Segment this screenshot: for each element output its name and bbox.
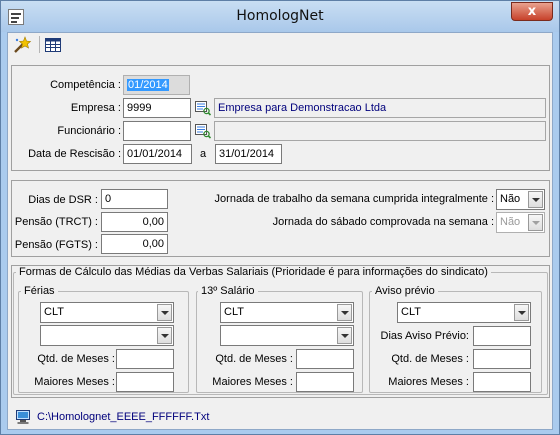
rescisao-end-field[interactable]: 31/01/2014	[215, 144, 282, 164]
aviso-dias-field[interactable]	[473, 326, 531, 346]
competencia-label: Competência :	[50, 79, 121, 91]
chevron-down-icon[interactable]	[528, 191, 543, 208]
empresa-field[interactable]: 9999	[123, 98, 191, 118]
calculo-title: Formas de Cálculo das Médias da Verbas S…	[16, 266, 491, 278]
decimo-maiores-label: Maiores Meses :	[212, 376, 293, 388]
ferias-maiores-label: Maiores Meses :	[34, 376, 115, 388]
pensao-fgts-label: Pensão (FGTS) :	[14, 239, 98, 251]
wand-icon[interactable]	[12, 35, 32, 55]
dsr-label: Dias de DSR :	[28, 194, 98, 206]
chevron-down-icon[interactable]	[157, 327, 172, 344]
rescisao-label: Data de Rescisão :	[28, 148, 121, 160]
aviso-dias-label: Dias Aviso Prévio:	[380, 330, 469, 342]
main-window: HomologNet x Competência: 01/2014 Empre…	[0, 0, 560, 435]
jornada-sabado-select[interactable]: Não	[496, 212, 545, 233]
window-title: HomologNet	[236, 8, 324, 24]
ferias-title: Férias	[21, 285, 58, 297]
aviso-title: Aviso prévio	[372, 285, 438, 297]
jornada-semana-select[interactable]: Não	[496, 189, 545, 210]
file-path-text: C:\Homolognet_EEEE_FFFFFF.Txt	[37, 411, 210, 423]
funcionario-name-field	[214, 121, 546, 141]
pensao-panel: Dias de DSR : 0 Pensão (TRCT) : 0,00 Pen…	[11, 180, 550, 257]
ferias-combo-2[interactable]	[40, 325, 174, 346]
pensao-trct-field[interactable]: 0,00	[101, 212, 168, 232]
aviso-qtd-label: Qtd. de Meses :	[391, 353, 469, 365]
jornada-sabado-label: Jornada do sábado comprovada na semana :	[272, 216, 494, 228]
pensao-fgts-field[interactable]: 0,00	[101, 234, 168, 254]
toolbar	[8, 33, 552, 57]
aviso-combo-1[interactable]: CLT	[397, 302, 531, 323]
aviso-maiores-label: Maiores Meses :	[388, 376, 469, 388]
chevron-down-icon[interactable]	[157, 304, 172, 321]
rescisao-separator: a	[200, 148, 207, 160]
funcionario-lookup-icon[interactable]	[194, 122, 212, 140]
client-area: Competência : 01/2014 Empresa : 9999 Emp…	[7, 32, 553, 430]
decimo-qtd-field[interactable]	[296, 349, 354, 369]
ferias-maiores-field[interactable]	[116, 372, 174, 392]
chevron-down-icon[interactable]	[337, 327, 352, 344]
funcionario-label: Funcionário :	[57, 125, 121, 137]
decimo-qtd-label: Qtd. de Meses :	[215, 353, 293, 365]
grid-icon[interactable]	[43, 35, 63, 55]
pensao-trct-label: Pensão (TRCT) :	[14, 216, 98, 228]
chevron-down-icon[interactable]	[514, 304, 529, 321]
status-bar: C:\Homolognet_EEEE_FFFFFF.Txt	[8, 405, 552, 429]
competencia-field[interactable]: 01/2014	[123, 75, 190, 95]
ferias-qtd-field[interactable]	[116, 349, 174, 369]
computer-icon	[14, 408, 32, 426]
ferias-combo-1[interactable]: CLT	[40, 302, 174, 323]
calculo-panel: Formas de Cálculo das Médias da Verbas S…	[11, 265, 550, 398]
jornada-semana-label: Jornada de trabalho da semana cumprida i…	[214, 193, 494, 205]
decimo-combo-2[interactable]	[220, 325, 354, 346]
funcionario-field[interactable]	[123, 121, 191, 141]
toolbar-separator	[39, 36, 40, 53]
header-panel: Competência : 01/2014 Empresa : 9999 Emp…	[11, 65, 550, 171]
title-bar[interactable]: HomologNet x	[1, 1, 559, 32]
chevron-down-icon[interactable]	[528, 214, 543, 231]
ferias-qtd-label: Qtd. de Meses :	[37, 353, 115, 365]
aviso-maiores-field[interactable]	[473, 372, 531, 392]
decimo-title: 13º Salário	[198, 285, 258, 297]
close-button[interactable]: x	[511, 2, 553, 21]
empresa-name-field: Empresa para Demonstracao Ltda	[214, 98, 546, 118]
aviso-qtd-field[interactable]	[473, 349, 531, 369]
decimo-combo-1[interactable]: CLT	[220, 302, 354, 323]
dsr-field[interactable]: 0	[101, 189, 168, 209]
empresa-lookup-icon[interactable]	[194, 99, 212, 117]
decimo-maiores-field[interactable]	[296, 372, 354, 392]
chevron-down-icon[interactable]	[337, 304, 352, 321]
rescisao-start-field[interactable]: 01/01/2014	[123, 144, 192, 164]
empresa-label: Empresa :	[70, 102, 121, 114]
